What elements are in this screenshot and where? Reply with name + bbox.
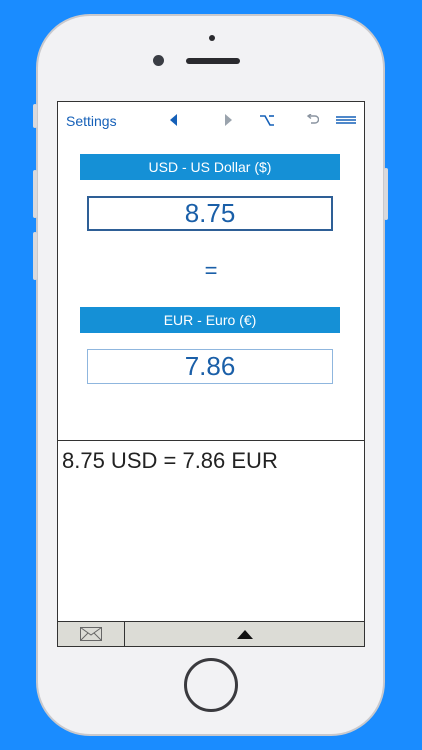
home-button[interactable]: [184, 658, 238, 712]
front-sensor: [209, 35, 215, 41]
next-triangle-icon[interactable]: [222, 109, 234, 131]
app-screen: Settings USD - US Dollar ($) 8.75 = EUR …: [57, 101, 365, 647]
volume-down-button: [33, 232, 37, 280]
front-camera: [153, 55, 164, 66]
volume-up-button: [33, 170, 37, 218]
bottom-bar: [58, 621, 364, 646]
expand-button[interactable]: [125, 622, 364, 646]
top-toolbar: Settings: [58, 102, 364, 138]
mail-icon: [80, 627, 102, 641]
to-currency-selector[interactable]: EUR - Euro (€): [80, 307, 340, 333]
option-key-icon[interactable]: [259, 109, 275, 131]
settings-button[interactable]: Settings: [66, 113, 117, 129]
to-amount-field[interactable]: 7.86: [87, 349, 333, 384]
earpiece-speaker: [186, 58, 240, 64]
conversion-result: 8.75 USD = 7.86 EUR: [62, 448, 278, 473]
equals-sign: =: [204, 258, 218, 283]
mail-button[interactable]: [58, 622, 125, 646]
divider: [58, 440, 364, 441]
silent-switch: [33, 104, 37, 128]
from-amount-field[interactable]: 8.75: [87, 196, 333, 231]
undo-icon[interactable]: [304, 109, 320, 131]
menu-icon[interactable]: [335, 109, 357, 131]
expand-up-icon: [236, 629, 253, 639]
power-button: [384, 168, 388, 220]
from-currency-selector[interactable]: USD - US Dollar ($): [80, 154, 340, 180]
prev-triangle-icon[interactable]: [168, 109, 180, 131]
